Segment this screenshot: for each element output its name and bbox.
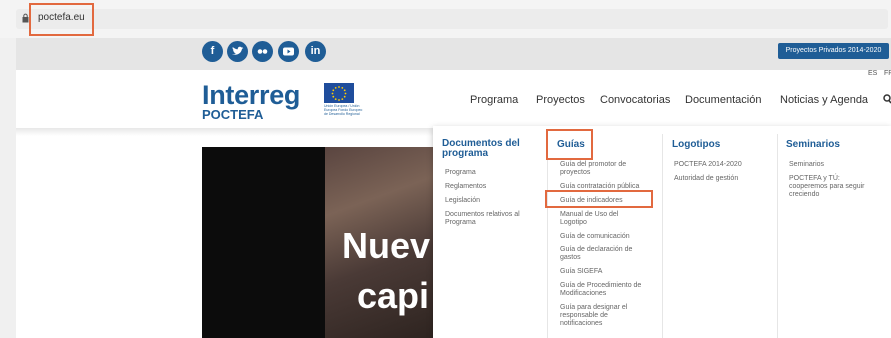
linkedin-icon[interactable]: in [305, 41, 326, 62]
menu-item-guia-declaracion-2[interactable]: gastos [560, 254, 581, 262]
menu-item-manual-logotipo-2[interactable]: Logotipo [560, 219, 587, 227]
menu-item-autoridad-gestion[interactable]: Autoridad de gestión [674, 175, 738, 183]
facebook-icon[interactable]: f [202, 41, 223, 62]
indicadores-highlight-box [545, 190, 653, 208]
logo-poctefa[interactable]: POCTEFA [202, 107, 263, 122]
menu-item-poctefa-y-tu-3[interactable]: creciendo [789, 191, 819, 199]
lang-fr[interactable]: FR [884, 70, 891, 77]
menu-heading-documentos-2[interactable]: programa [442, 149, 488, 159]
hero-banner[interactable]: Nuev capi [202, 147, 433, 338]
menu-item-guia-responsable-2[interactable]: responsable de [560, 312, 608, 320]
menu-item-guia-responsable-3[interactable]: notificaciones [560, 320, 602, 328]
flickr-icon[interactable] [252, 41, 273, 62]
private-projects-button[interactable]: Proyectos Privados 2014-2020 [778, 43, 889, 59]
menu-item-programa[interactable]: Programa [445, 169, 476, 177]
twitter-icon[interactable] [227, 41, 248, 62]
url-highlight-box [29, 3, 94, 36]
youtube-icon[interactable] [278, 41, 299, 62]
menu-heading-seminarios[interactable]: Seminarios [786, 140, 840, 150]
lock-icon [22, 13, 29, 23]
column-divider [662, 134, 663, 338]
column-divider [777, 134, 778, 338]
eu-caption: Unión Europea / Unión Europea Fondo Euro… [324, 104, 363, 116]
menu-item-guia-responsable[interactable]: Guía para designar el [560, 304, 627, 312]
site-top-bar [16, 38, 891, 70]
menu-item-guia-promotor-2[interactable]: proyectos [560, 169, 590, 177]
hero-title-line1: Nuev [342, 225, 431, 266]
menu-item-poctefa-y-tu[interactable]: POCTEFA y TÚ: [789, 175, 840, 183]
menu-item-guia-procedimiento[interactable]: Guía de Procedimiento de [560, 282, 641, 290]
menu-item-guia-promotor[interactable]: Guía del promotor de [560, 161, 626, 169]
menu-item-manual-logotipo[interactable]: Manual de Uso del [560, 211, 618, 219]
menu-item-guia-comunicacion[interactable]: Guía de comunicación [560, 233, 630, 241]
left-edge-strip [0, 38, 16, 338]
nav-proyectos[interactable]: Proyectos [536, 94, 585, 106]
search-icon[interactable] [883, 94, 891, 104]
menu-heading-logotipos[interactable]: Logotipos [672, 140, 720, 150]
menu-item-documentos-relativos[interactable]: Documentos relativos al [445, 211, 520, 219]
nav-programa[interactable]: Programa [470, 94, 518, 106]
menu-item-guia-procedimiento-2[interactable]: Modificaciones [560, 290, 606, 298]
url-field[interactable] [16, 9, 888, 29]
menu-item-guia-declaracion[interactable]: Guía de declaración de [560, 246, 632, 254]
eu-flag-icon [324, 83, 354, 103]
nav-convocatorias[interactable]: Convocatorias [600, 94, 670, 106]
column-divider [547, 134, 548, 338]
menu-item-documentos-relativos-2[interactable]: Programa [445, 219, 476, 227]
menu-item-poctefa-y-tu-2[interactable]: cooperemos para seguir [789, 183, 865, 191]
menu-item-poctefa-2014[interactable]: POCTEFA 2014-2020 [674, 161, 742, 169]
hero-title-line2: capi [357, 275, 430, 316]
nav-documentacion[interactable]: Documentación [685, 94, 761, 106]
menu-item-seminarios[interactable]: Seminarios [789, 161, 824, 169]
guias-highlight-box [546, 129, 593, 160]
menu-item-guia-sigefa[interactable]: Guía SIGEFA [560, 268, 602, 276]
menu-item-reglamentos[interactable]: Reglamentos [445, 183, 486, 191]
lang-es[interactable]: ES [868, 70, 877, 77]
nav-noticias-agenda[interactable]: Noticias y Agenda [780, 94, 868, 106]
menu-item-legislacion[interactable]: Legislación [445, 197, 480, 205]
